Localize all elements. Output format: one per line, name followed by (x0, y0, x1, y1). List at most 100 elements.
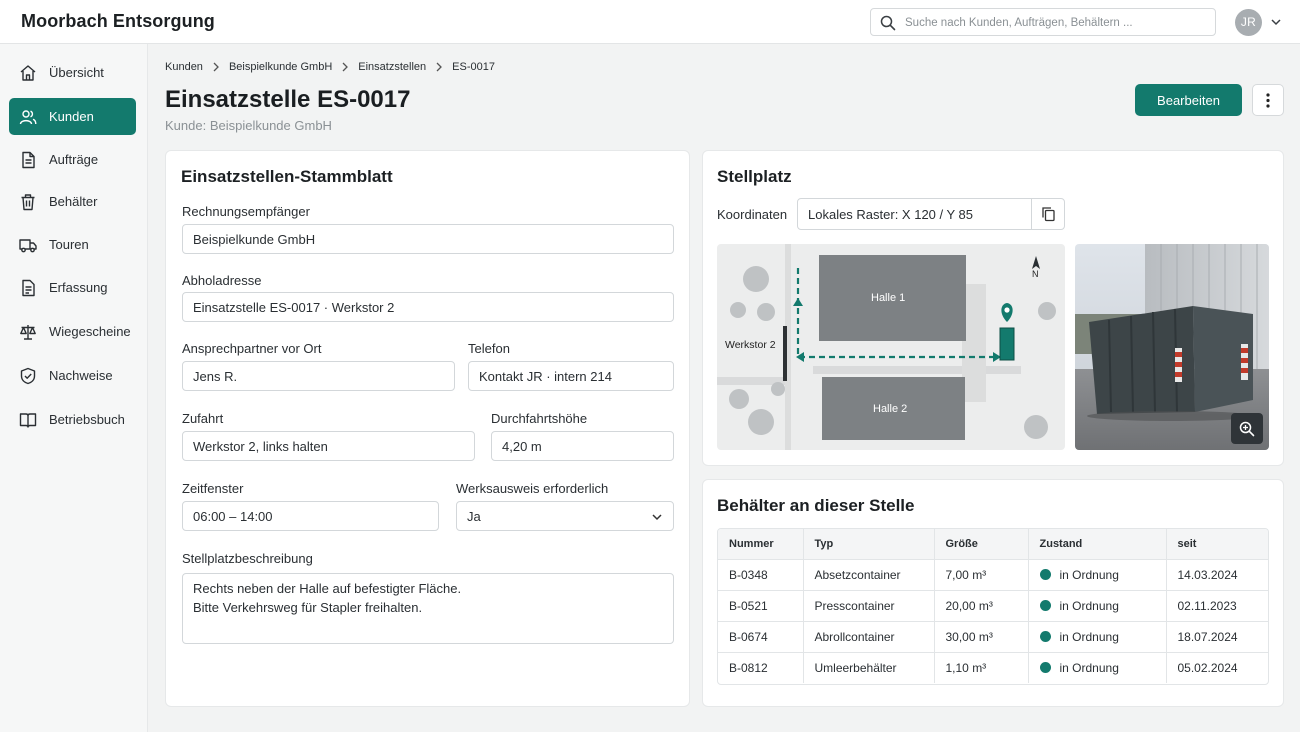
table-row[interactable]: B-0348 Absetzcontainer 7,00 m³ in Ordnun… (718, 558, 1268, 590)
description-textarea[interactable]: Rechts neben der Halle auf befestigter F… (182, 573, 674, 644)
cell-number: B-0521 (718, 589, 804, 621)
containers-table: Nummer Typ Größe Zustand seit B-0348 Abs… (717, 528, 1269, 685)
scale-icon (20, 325, 36, 340)
column-header-size[interactable]: Größe (934, 529, 1029, 559)
contact-label: Ansprechpartner vor Ort (182, 341, 322, 356)
coordinates-label: Koordinaten (717, 207, 788, 222)
tree (1038, 302, 1056, 320)
container-marker (999, 327, 1015, 361)
coordinates-value: Lokales Raster: X 120 / Y 85 (808, 207, 974, 222)
hall-1-label: Halle 1 (871, 292, 906, 304)
chevron-right-icon (212, 62, 220, 72)
badge-required-select[interactable]: Ja (456, 501, 674, 531)
access-label: Zufahrt (182, 411, 224, 426)
time-window-label: Zeitfenster (182, 481, 244, 496)
sidebar-item-label: Aufträge (49, 152, 99, 167)
cell-status: in Ordnung (1028, 558, 1167, 590)
hall-2-label: Halle 2 (873, 403, 908, 415)
pickup-address-label: Abholadresse (182, 273, 262, 288)
cell-size: 20,00 m³ (934, 589, 1029, 621)
cell-since: 02.11.2023 (1166, 589, 1268, 621)
description-line: Bitte Verkehrsweg für Stapler freihalten… (193, 600, 423, 615)
status-dot (1039, 661, 1051, 673)
trash-bin-icon (21, 194, 35, 211)
column-header-type[interactable]: Typ (803, 529, 935, 559)
sidebar: Übersicht Kunden Aufträge Behälter Toure… (0, 44, 148, 732)
breadcrumb-link-kunde[interactable]: Beispielkunde GmbH (229, 61, 332, 73)
site-map[interactable]: Halle 1 Halle 2 Werkstor 2 N (717, 244, 1065, 450)
tree (743, 266, 769, 292)
tree (1024, 415, 1048, 439)
cell-number: B-0812 (718, 651, 804, 683)
time-window-field[interactable]: 06:00 – 14:00 (182, 501, 439, 531)
tree (748, 409, 774, 435)
badge-required-label: Werksausweis erforderlich (456, 481, 609, 496)
tree (771, 382, 785, 396)
avatar[interactable]: JR (1235, 9, 1262, 36)
more-vertical-icon (1266, 93, 1270, 108)
form-card-title: Einsatzstellen-Stammblatt (181, 167, 393, 186)
search-icon (880, 15, 896, 31)
sidebar-item-betriebsbuch[interactable]: Betriebsbuch (9, 401, 136, 438)
sidebar-item-label: Betriebsbuch (49, 412, 125, 427)
column-header-status[interactable]: Zustand (1028, 529, 1167, 559)
pickup-address-field[interactable]: Einsatzstelle ES-0017 · Werkstor 2 (182, 292, 674, 322)
table-row[interactable]: B-0521 Presscontainer 20,00 m³ in Ordnun… (718, 589, 1268, 621)
cell-number: B-0674 (718, 620, 804, 652)
app-brand: Moorbach Entsorgung (21, 11, 215, 31)
sidebar-item-label: Kunden (49, 109, 94, 124)
cell-status: in Ordnung (1028, 589, 1167, 621)
clearance-height-field[interactable]: 4,20 m (491, 431, 674, 461)
billing-field[interactable]: Beispielkunde GmbH (182, 224, 674, 254)
access-field[interactable]: Werkstor 2, links halten (182, 431, 475, 461)
clearance-height-label: Durchfahrtshöhe (491, 411, 588, 426)
sidebar-item-label: Nachweise (49, 368, 113, 383)
table-row[interactable]: B-0674 Abrollcontainer 30,00 m³ in Ordnu… (718, 620, 1268, 652)
cell-size: 7,00 m³ (934, 558, 1029, 590)
search-input[interactable] (905, 13, 1205, 32)
document-icon (22, 151, 35, 169)
cell-since: 18.07.2024 (1166, 620, 1268, 652)
contact-field[interactable]: Jens R. (182, 361, 455, 391)
zoom-photo-button[interactable] (1231, 413, 1263, 444)
sidebar-item-wiegescheine[interactable]: Wiegescheine (9, 313, 136, 350)
tree (757, 303, 775, 321)
more-options-button[interactable] (1252, 84, 1284, 116)
copy-icon (1042, 207, 1055, 222)
truck-icon (19, 239, 37, 253)
cell-type: Absetzcontainer (803, 558, 935, 590)
clipboard-icon (22, 279, 35, 297)
phone-field[interactable]: Kontakt JR · intern 214 (468, 361, 674, 391)
sidebar-item-erfassung[interactable]: Erfassung (9, 269, 136, 306)
search-box[interactable] (870, 8, 1216, 36)
page-title: Einsatzstelle ES-0017 (165, 86, 411, 113)
edit-button[interactable]: Bearbeiten (1135, 84, 1242, 116)
cell-status: in Ordnung (1028, 651, 1167, 683)
coordinates-field[interactable]: Lokales Raster: X 120 / Y 85 (797, 198, 1065, 230)
location-card-title: Stellplatz (717, 167, 792, 186)
road (813, 366, 1021, 374)
copy-button[interactable] (1031, 199, 1064, 229)
cell-status: in Ordnung (1028, 620, 1167, 652)
tree (729, 389, 749, 409)
badge-required-value: Ja (467, 509, 481, 524)
sidebar-item-auftraege[interactable]: Aufträge (9, 141, 136, 178)
top-bar: Moorbach Entsorgung JR (0, 0, 1300, 44)
location-pin-dot (1004, 307, 1010, 313)
breadcrumb: Kunden Beispielkunde GmbH Einsatzstellen… (165, 61, 495, 73)
sidebar-item-label: Behälter (49, 194, 98, 209)
column-header-number[interactable]: Nummer (718, 529, 804, 559)
cell-since: 14.03.2024 (1166, 558, 1268, 590)
sidebar-item-touren[interactable]: Touren (9, 226, 136, 263)
breadcrumb-link-einsatzstellen[interactable]: Einsatzstellen (358, 61, 426, 73)
sidebar-item-nachweise[interactable]: Nachweise (9, 357, 136, 394)
breadcrumb-link-kunden[interactable]: Kunden (165, 61, 203, 73)
table-row[interactable]: B-0812 Umleerbehälter 1,10 m³ in Ordnung… (718, 651, 1268, 683)
sidebar-item-kunden[interactable]: Kunden (9, 98, 136, 135)
sidebar-item-uebersicht[interactable]: Übersicht (9, 54, 136, 91)
sidebar-item-behaelter[interactable]: Behälter (9, 183, 136, 220)
column-header-since[interactable]: seit (1166, 529, 1268, 559)
chevron-down-icon[interactable] (1270, 16, 1282, 28)
cell-type: Presscontainer (803, 589, 935, 621)
chevron-right-icon (341, 62, 349, 72)
